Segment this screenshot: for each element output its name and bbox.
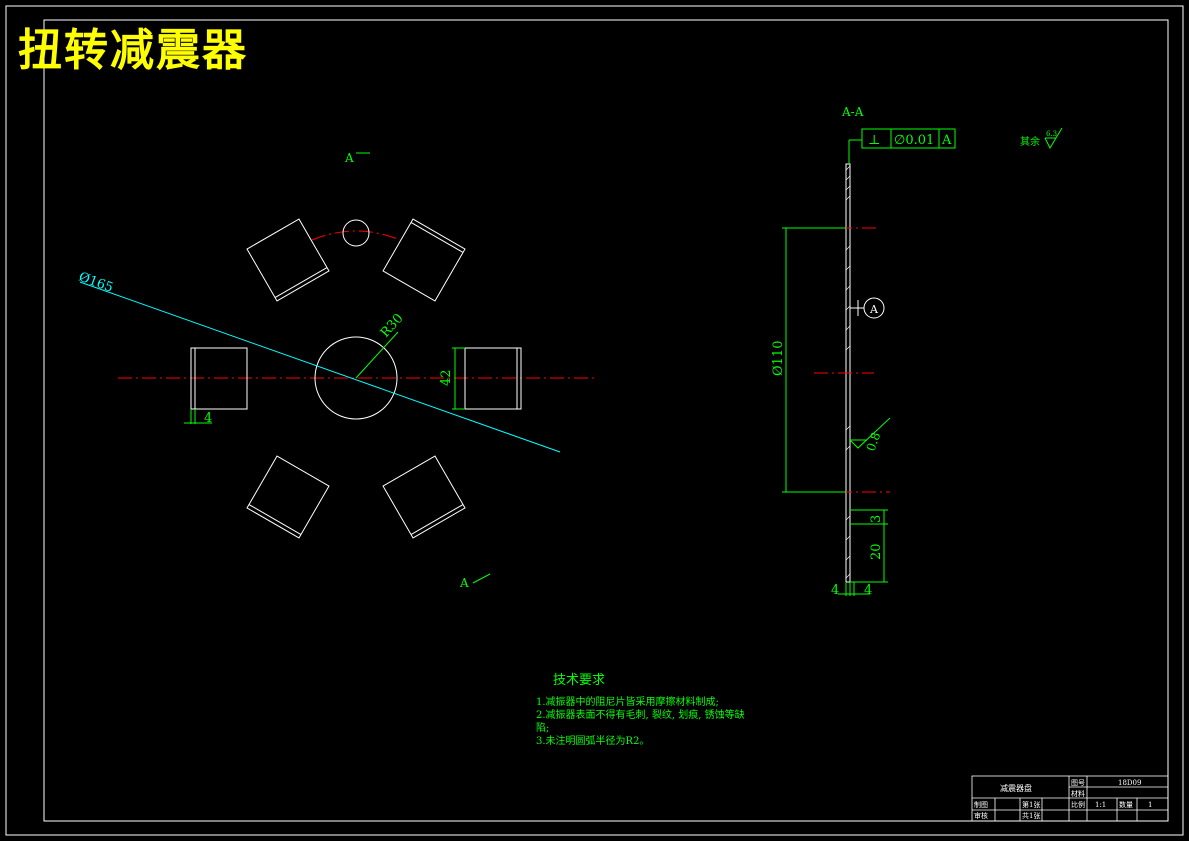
material-label: 材料	[1071, 789, 1085, 798]
tech-line-1: 1.减振器中的阻尼片皆采用摩擦材料制成;	[536, 695, 719, 708]
dim-110: Ø110	[771, 227, 846, 493]
svg-text:⊥: ⊥	[868, 133, 880, 148]
svg-text:A: A	[869, 303, 879, 316]
front-view: Ø165 R30 42 4 A A	[77, 151, 595, 590]
tech-line-2: 2.减振器表面不得有毛刺, 裂纹, 划痕, 锈蚀等缺	[536, 708, 745, 721]
qty-label: 数量	[1119, 800, 1133, 809]
tech-line-2b: 陷;	[536, 721, 549, 734]
tech-heading: 技术要求	[553, 673, 605, 688]
title-block-text: 减震器盘 图号 18D09 材料 制图 审核 第1张 共1张 比例 1:1 数量…	[974, 779, 1152, 820]
svg-text:A: A	[459, 576, 469, 590]
drawing-no-label: 图号	[1071, 779, 1085, 787]
friction-pad-bottom-right	[382, 455, 466, 539]
radius-30-label: R30	[378, 311, 407, 341]
diameter-165-leader	[79, 281, 561, 453]
svg-text:0.8: 0.8	[864, 430, 884, 453]
tech-requirements: 技术要求 1.减振器中的阻尼片皆采用摩擦材料制成; 2.减振器表面不得有毛刺, …	[536, 673, 745, 747]
tech-line-3: 3.未注明圆弧半径为R2。	[536, 734, 649, 747]
svg-text:4: 4	[831, 583, 839, 598]
svg-text:42: 42	[439, 369, 454, 386]
drawing-no: 18D09	[1118, 779, 1141, 787]
svg-text:4: 4	[864, 583, 872, 598]
section-mark-bottom: A	[459, 573, 491, 590]
drawn-label: 制图	[974, 800, 988, 809]
part-name: 减震器盘	[1000, 783, 1032, 793]
svg-text:其余: 其余	[1020, 135, 1040, 148]
svg-text:20: 20	[869, 543, 884, 560]
svg-text:6.3: 6.3	[1046, 130, 1057, 138]
tolerance-frame: ⊥ ∅0.01 A	[848, 128, 956, 164]
friction-pad-bottom-left	[246, 455, 330, 539]
radius-30-leader	[355, 331, 399, 379]
scale-value: 1:1	[1095, 801, 1106, 809]
section-mark-top: A	[344, 151, 370, 165]
dim-4-pair: 4 4	[831, 582, 872, 598]
total-label: 共1张	[1022, 811, 1040, 820]
dim-20: 20	[850, 524, 888, 583]
friction-pad-top-right	[382, 218, 466, 302]
drawing-canvas: Ø165 R30 42 4 A A A-A Ø110 ⊥ ∅0.01 A A 0…	[5, 5, 1184, 836]
diameter-165-label: Ø165	[77, 270, 115, 296]
datum-marker: A	[850, 297, 885, 319]
section-view: A-A Ø110 ⊥ ∅0.01 A A 0.8 3 20 4 4 其余 6.3	[771, 105, 1063, 598]
section-title: A-A	[841, 105, 864, 119]
pitch-arc	[311, 230, 401, 241]
surface-note: 其余 6.3	[1020, 127, 1063, 150]
dim-3: 3	[850, 509, 888, 525]
svg-text:Ø110: Ø110	[771, 341, 786, 376]
friction-pad-top-left	[246, 218, 330, 302]
svg-text:A: A	[344, 151, 354, 165]
svg-text:∅0.01: ∅0.01	[894, 133, 934, 148]
qty-value: 1	[1148, 801, 1152, 809]
svg-text:A: A	[941, 133, 952, 148]
small-hole	[342, 219, 370, 247]
svg-text:3: 3	[869, 515, 884, 523]
reviewed-label: 审核	[974, 811, 988, 820]
page-title: 扭转减震器	[18, 25, 248, 76]
scale-label: 比例	[1071, 800, 1085, 809]
svg-text:4: 4	[204, 411, 212, 426]
roughness-symbol: 0.8	[849, 417, 891, 453]
dim-4: 4	[184, 409, 212, 426]
sheet-label: 第1张	[1022, 800, 1040, 809]
